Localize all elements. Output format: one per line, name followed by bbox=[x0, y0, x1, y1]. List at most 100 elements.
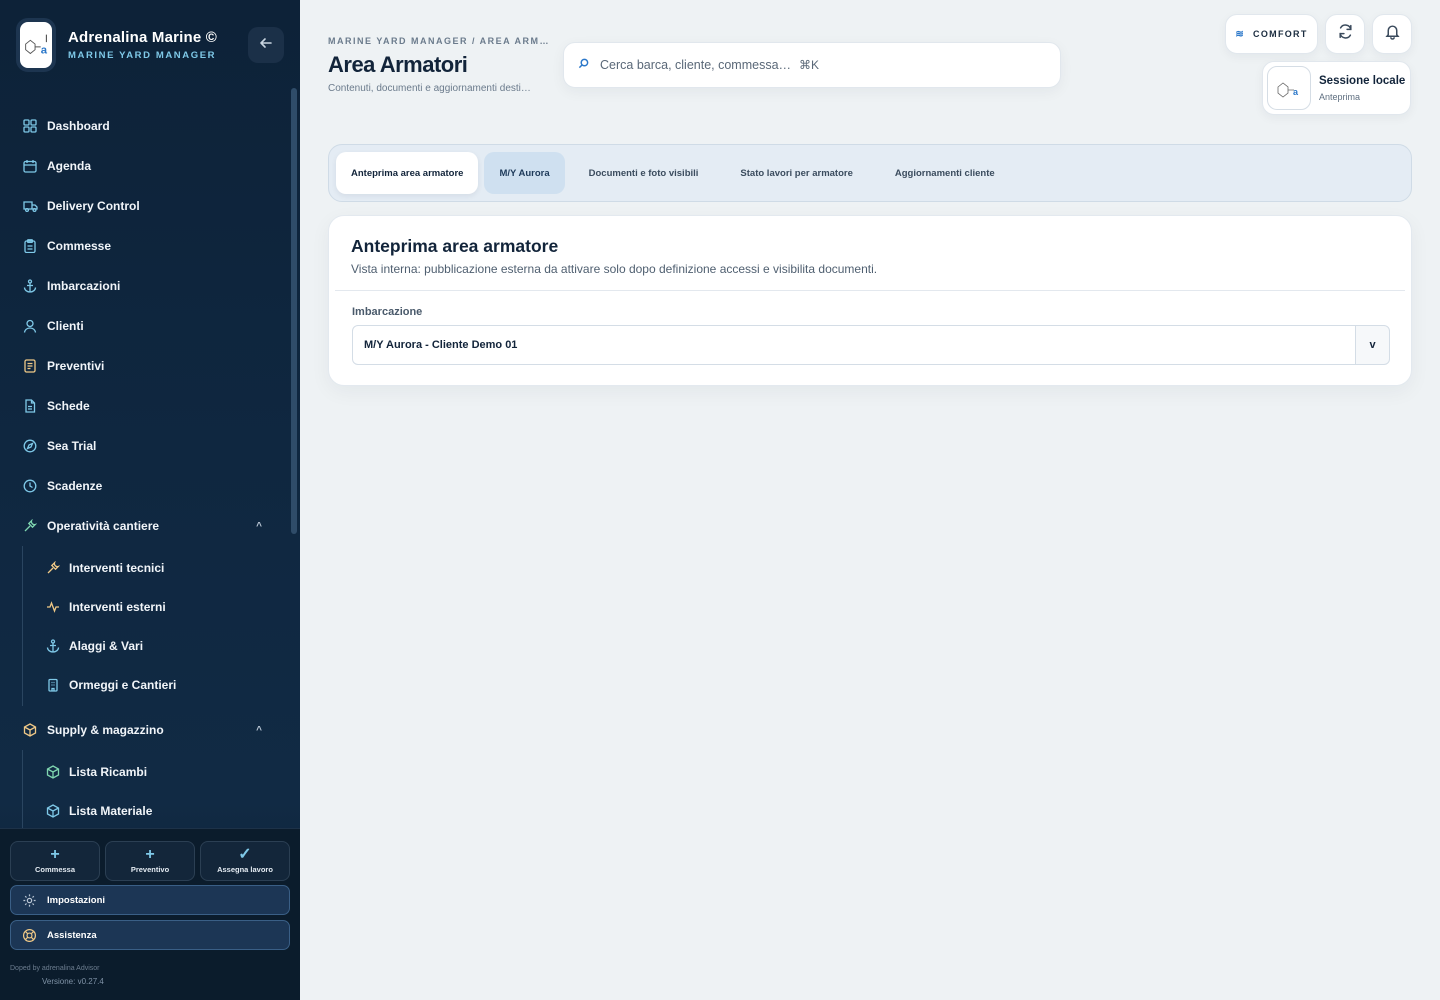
compass-icon bbox=[22, 438, 38, 454]
global-search-input[interactable]: Cerca barca, cliente, commessa… ⌘K bbox=[563, 42, 1061, 88]
support-button[interactable]: Assistenza bbox=[10, 920, 290, 950]
sidebar-item-schede[interactable]: Schede bbox=[0, 386, 290, 426]
sidebar-item-scadenze[interactable]: Scadenze bbox=[0, 466, 290, 506]
sidebar-item-lista-ricambi[interactable]: Lista Ricambi bbox=[23, 752, 290, 791]
sidebar-group-label: Operatività cantiere bbox=[47, 519, 160, 533]
sidebar-item-label: Alaggi & Vari bbox=[69, 638, 144, 653]
sidebar-item-label: Sea Trial bbox=[47, 439, 97, 453]
search-shortcut: ⌘K bbox=[799, 58, 820, 72]
sidebar-item-commesse[interactable]: Commesse bbox=[0, 226, 290, 266]
sidebar-item-sea-trial[interactable]: Sea Trial bbox=[0, 426, 290, 466]
sidebar-item-label: Clienti bbox=[47, 319, 84, 333]
collapse-sidebar-button[interactable] bbox=[248, 27, 284, 63]
lifebuoy-icon bbox=[21, 927, 37, 943]
sidebar-item-agenda[interactable]: Agenda bbox=[0, 146, 290, 186]
box-icon bbox=[45, 764, 61, 780]
tab-stato-lavori[interactable]: Stato lavori per armatore bbox=[722, 152, 870, 194]
sidebar-group-label: Supply & magazzino bbox=[47, 723, 164, 737]
assign-work-button[interactable]: ✓ Assegna lavoro bbox=[200, 841, 290, 881]
file-icon bbox=[22, 398, 38, 414]
refresh-icon bbox=[1337, 23, 1354, 45]
user-icon bbox=[22, 318, 38, 334]
vessel-select[interactable]: M/Y Aurora - Cliente Demo 01 bbox=[352, 325, 1356, 365]
app-subtitle: MARINE YARD MANAGER bbox=[68, 50, 217, 61]
brand[interactable]: a Adrenalina Marine © MARINE YARD MANAGE… bbox=[16, 18, 217, 72]
sidebar-item-label: Dashboard bbox=[47, 119, 110, 133]
sidebar-item-imbarcazioni[interactable]: Imbarcazioni bbox=[0, 266, 290, 306]
chevron-up-icon[interactable]: ^ bbox=[256, 521, 262, 532]
preview-card: Anteprima area armatore Vista interna: p… bbox=[328, 215, 1412, 386]
avatar: a bbox=[1267, 66, 1311, 110]
wrench-icon bbox=[45, 560, 61, 576]
submenu-operativita-cantiere: Interventi tecnici Interventi esterni Al… bbox=[22, 546, 290, 706]
vessel-select-toggle[interactable]: v bbox=[1355, 325, 1390, 365]
sidebar-item-interventi-tecnici[interactable]: Interventi tecnici bbox=[23, 548, 290, 587]
calendar-icon bbox=[22, 158, 38, 174]
sidebar-item-ormeggi-cantieri[interactable]: Ormeggi e Cantieri bbox=[23, 665, 290, 704]
receipt-icon bbox=[22, 358, 38, 374]
card-description: Vista interna: pubblicazione esterna da … bbox=[351, 262, 878, 276]
new-preventivo-button[interactable]: + Preventivo bbox=[105, 841, 195, 881]
grid-icon bbox=[22, 118, 38, 134]
sidebar-item-interventi-esterni[interactable]: Interventi esterni bbox=[23, 587, 290, 626]
sidebar-group-supply-magazzino[interactable]: Supply & magazzino ^ bbox=[0, 710, 290, 750]
session-card[interactable]: a Sessione locale Anteprima bbox=[1262, 61, 1411, 115]
clock-icon bbox=[22, 478, 38, 494]
sidebar-item-dashboard[interactable]: Dashboard bbox=[0, 106, 290, 146]
chevron-up-icon[interactable]: ^ bbox=[256, 725, 262, 736]
app-name: Adrenalina Marine © bbox=[68, 29, 218, 46]
sidebar-item-label: Commesse bbox=[47, 239, 112, 253]
search-icon bbox=[578, 58, 590, 72]
sidebar-item-label: Preventivi bbox=[47, 359, 105, 373]
card-title: Anteprima area armatore bbox=[351, 236, 559, 256]
sidebar: a Adrenalina Marine © MARINE YARD MANAGE… bbox=[0, 0, 300, 1000]
sidebar-item-delivery-control[interactable]: Delivery Control bbox=[0, 186, 290, 226]
refresh-button[interactable] bbox=[1325, 14, 1365, 54]
wrench-icon bbox=[22, 518, 38, 534]
tab-my-aurora[interactable]: M/Y Aurora bbox=[484, 152, 565, 194]
app-version: Versione: v0.27.4 bbox=[42, 977, 104, 986]
sidebar-item-clienti[interactable]: Clienti bbox=[0, 306, 290, 346]
quick-action-label: Assegna lavoro bbox=[217, 865, 273, 874]
tab-aggiornamenti-cliente[interactable]: Aggiornamenti cliente bbox=[877, 152, 1013, 194]
anchor-icon bbox=[45, 638, 61, 654]
sidebar-item-label: Interventi tecnici bbox=[69, 560, 165, 575]
top-actions: ≋ COMFORT bbox=[1225, 14, 1412, 54]
sidebar-item-label: Ormeggi e Cantieri bbox=[69, 677, 177, 692]
sidebar-item-label: Schede bbox=[47, 399, 90, 413]
sidebar-item-label: Lista Materiale bbox=[69, 803, 153, 818]
sidebar-item-lista-materiale[interactable]: Lista Materiale bbox=[23, 791, 290, 830]
divider bbox=[335, 290, 1405, 291]
sidebar-item-label: Imbarcazioni bbox=[47, 279, 121, 293]
notifications-button[interactable] bbox=[1372, 14, 1412, 54]
tab-documenti-foto[interactable]: Documenti e foto visibili bbox=[571, 152, 717, 194]
session-subtitle: Anteprima bbox=[1319, 91, 1361, 102]
activity-icon bbox=[45, 599, 61, 615]
waves-icon: ≋ bbox=[1235, 28, 1246, 40]
sidebar-footer: + Commessa + Preventivo ✓ Assegna lavoro… bbox=[0, 828, 300, 1000]
sidebar-scrollbar[interactable] bbox=[291, 88, 297, 534]
sidebar-item-label: Lista Ricambi bbox=[69, 764, 148, 779]
sidebar-group-operativita-cantiere[interactable]: Operatività cantiere ^ bbox=[0, 506, 290, 546]
sidebar-item-alaggi-vari[interactable]: Alaggi & Vari bbox=[23, 626, 290, 665]
support-label: Assistenza bbox=[47, 929, 97, 941]
sidebar-item-preventivi[interactable]: Preventivi bbox=[0, 346, 290, 386]
comfort-mode-button[interactable]: ≋ COMFORT bbox=[1225, 14, 1318, 54]
new-commessa-button[interactable]: + Commessa bbox=[10, 841, 100, 881]
app-logo: a bbox=[16, 18, 56, 72]
gear-icon bbox=[21, 892, 37, 908]
quick-action-label: Commessa bbox=[34, 865, 76, 874]
quick-actions: + Commessa + Preventivo ✓ Assegna lavoro bbox=[10, 841, 290, 881]
anchor-icon bbox=[22, 278, 38, 294]
breadcrumb[interactable]: MARINE YARD MANAGER / AREA ARM… bbox=[328, 36, 550, 46]
footer-credit: Doped by adrenalina Advisor bbox=[10, 965, 100, 972]
tab-anteprima-area-armatore[interactable]: Anteprima area armatore bbox=[336, 152, 479, 194]
plus-icon: + bbox=[50, 846, 60, 863]
sidebar-item-label: Agenda bbox=[47, 159, 92, 173]
settings-label: Impostazioni bbox=[47, 894, 106, 906]
bell-icon bbox=[1384, 23, 1401, 45]
search-placeholder: Cerca barca, cliente, commessa… bbox=[600, 58, 792, 72]
settings-button[interactable]: Impostazioni bbox=[10, 885, 290, 915]
main-content: MARINE YARD MANAGER / AREA ARM… Area Arm… bbox=[300, 0, 1440, 1000]
svg-text:a: a bbox=[41, 44, 48, 56]
